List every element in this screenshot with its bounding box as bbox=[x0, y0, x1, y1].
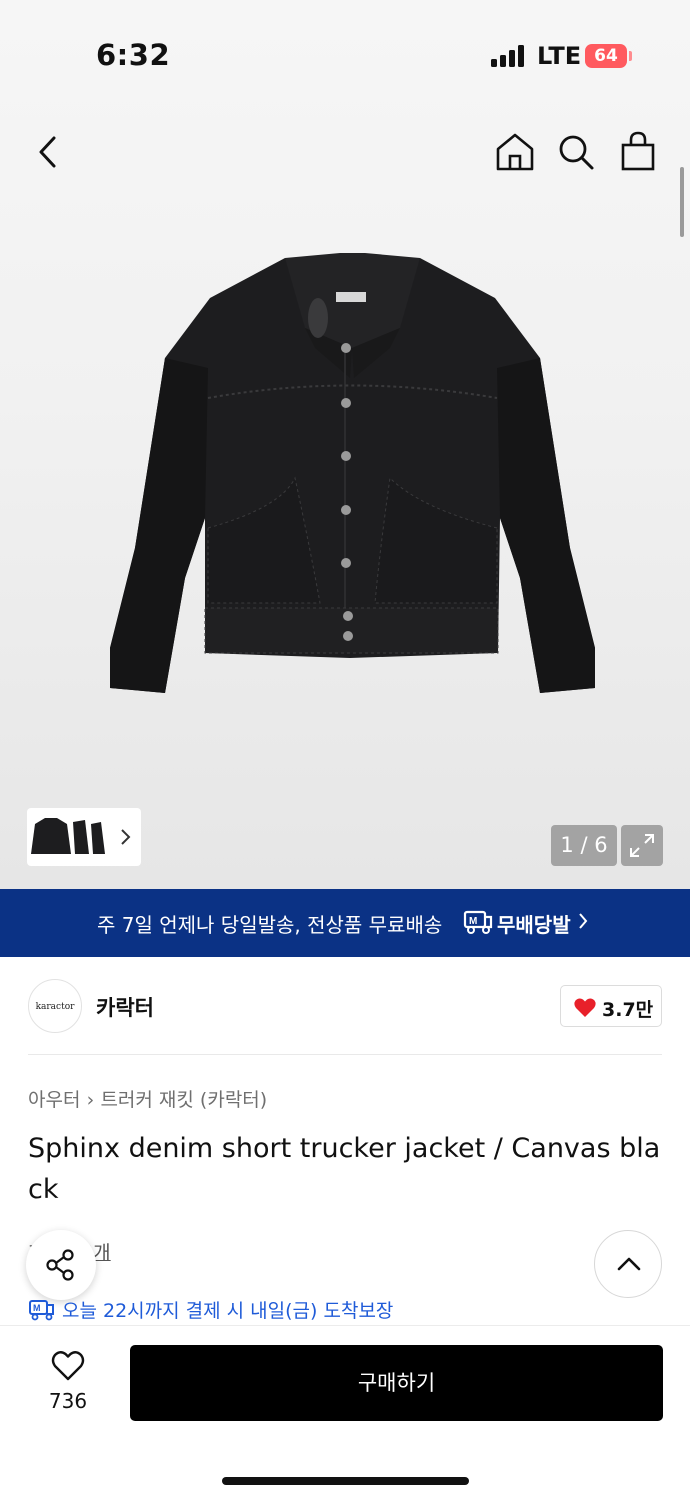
brand-logo[interactable]: karactor bbox=[28, 979, 82, 1033]
chevron-left-icon[interactable] bbox=[30, 132, 66, 172]
home-icon[interactable] bbox=[494, 132, 536, 172]
breadcrumb-category[interactable]: 아우터 bbox=[28, 1089, 80, 1111]
chevron-right-icon[interactable] bbox=[118, 827, 134, 847]
banner-brand: 무배당발 bbox=[497, 913, 571, 937]
share-icon bbox=[46, 1249, 74, 1281]
scroll-top-button[interactable] bbox=[594, 1230, 662, 1298]
brand-like-button[interactable]: 3.7만 bbox=[560, 985, 662, 1027]
network-label: LTE bbox=[537, 42, 582, 70]
battery-icon: 64 bbox=[585, 44, 627, 68]
shopping-bag-icon[interactable] bbox=[618, 130, 658, 172]
heart-outline-icon[interactable] bbox=[50, 1350, 86, 1382]
product-image[interactable] bbox=[100, 248, 605, 708]
search-icon[interactable] bbox=[556, 132, 596, 172]
chevron-up-icon bbox=[617, 1257, 641, 1271]
buy-button[interactable]: 구매하기 bbox=[130, 1345, 663, 1421]
status-time: 6:32 bbox=[96, 38, 171, 72]
expand-icon bbox=[630, 834, 654, 857]
thumbnail-image[interactable] bbox=[31, 814, 111, 860]
brand-name[interactable]: 카락터 bbox=[96, 992, 154, 1022]
chevron-right-icon[interactable] bbox=[578, 912, 588, 930]
home-indicator[interactable] bbox=[222, 1477, 469, 1485]
svg-text:M: M bbox=[33, 1303, 41, 1313]
svg-text:M: M bbox=[469, 916, 477, 927]
product-page: 6:32 LTE 64 1 / 6 주 7일 언제나 당일발송, 전상품 무료배… bbox=[0, 0, 690, 1500]
scroll-indicator[interactable] bbox=[680, 167, 684, 237]
arrival-guarantee: 오늘 22시까지 결제 시 내일(금) 도착보장 bbox=[62, 1300, 394, 1322]
delivery-truck-icon: M bbox=[29, 1300, 54, 1321]
brand-like-count: 3.7만 bbox=[602, 999, 654, 1021]
status-bar: 6:32 LTE 64 bbox=[0, 0, 690, 110]
wish-count: 736 bbox=[48, 1389, 88, 1413]
share-button[interactable] bbox=[26, 1230, 96, 1300]
image-counter: 1 / 6 bbox=[551, 825, 617, 866]
expand-button[interactable] bbox=[621, 825, 663, 866]
battery-cap bbox=[629, 51, 632, 61]
banner-text: 주 7일 언제나 당일발송, 전상품 무료배송 bbox=[97, 913, 443, 937]
signal-icon bbox=[491, 45, 525, 67]
delivery-truck-icon: M bbox=[463, 910, 493, 934]
breadcrumb-subcategory[interactable]: 트러커 재킷 (카락터) bbox=[100, 1089, 267, 1111]
chevron-right-icon: › bbox=[86, 1089, 95, 1111]
heart-filled-icon bbox=[574, 998, 596, 1017]
divider bbox=[28, 1054, 662, 1055]
product-title: Sphinx denim short trucker jacket / Canv… bbox=[28, 1133, 661, 1205]
breadcrumb: 아우터 › 트러커 재킷 (카락터) bbox=[28, 1085, 267, 1112]
